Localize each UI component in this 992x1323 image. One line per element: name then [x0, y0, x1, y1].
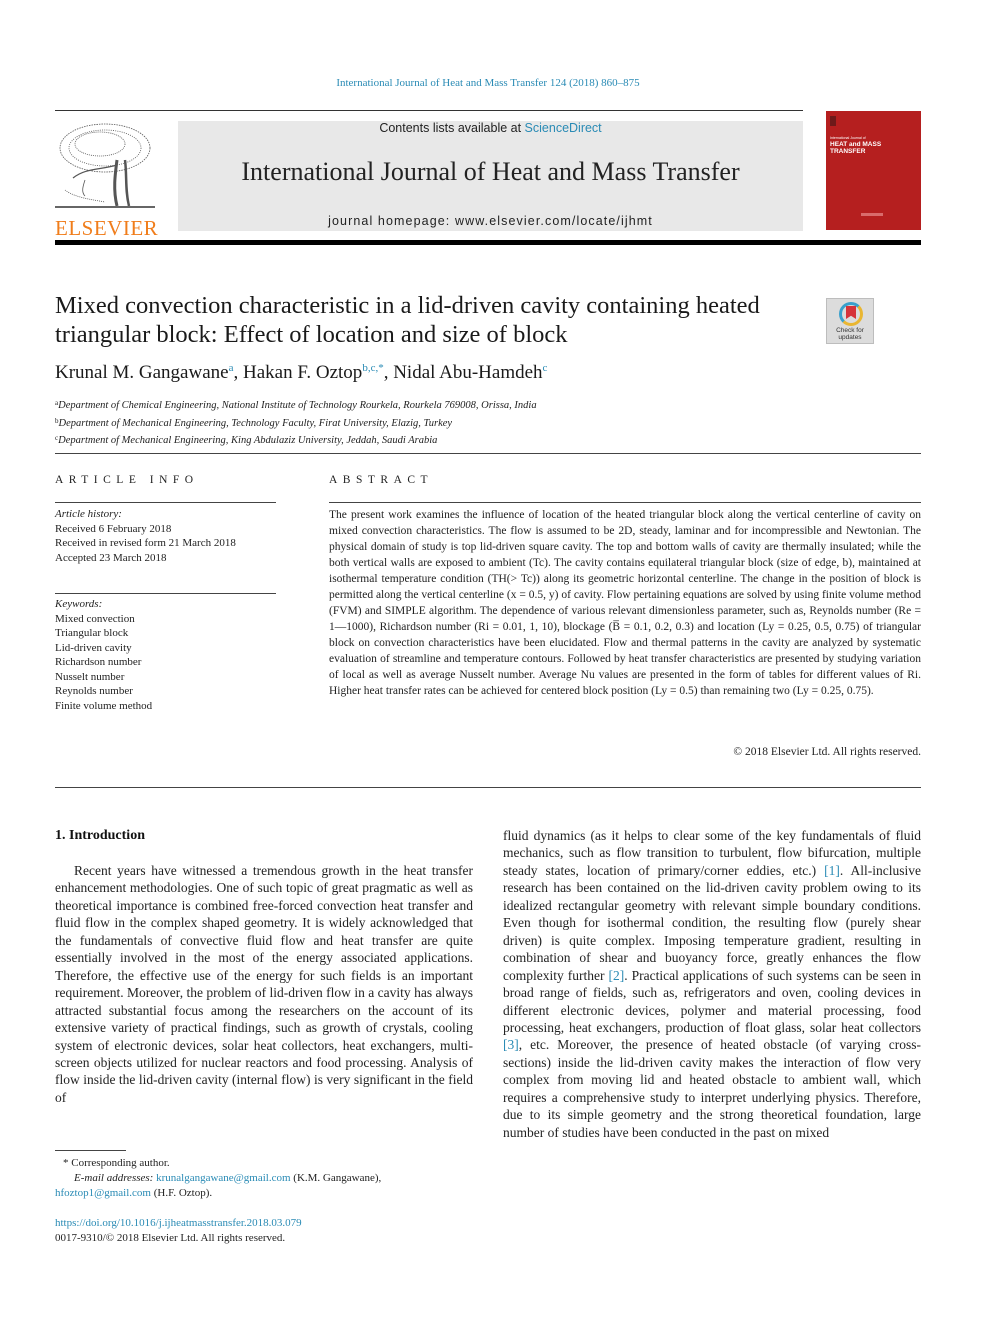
footnotes: * Corresponding author. E-mail addresses… — [55, 1156, 473, 1201]
keyword-item: Triangular block — [55, 627, 129, 639]
article-info-divider — [55, 502, 276, 503]
footnote-divider — [55, 1150, 126, 1151]
keywords: Keywords: Mixed convection Triangular bl… — [55, 597, 285, 713]
elsevier-logo[interactable]: ELSEVIER — [55, 120, 158, 239]
keyword-item: Lid-driven cavity — [55, 641, 132, 654]
check-for-updates-button[interactable]: Check for updates — [826, 298, 874, 344]
journal-cover-thumbnail[interactable]: International Journal of HEAT and MASS T… — [826, 111, 921, 230]
journal-homepage-link[interactable]: journal homepage: www.elsevier.com/locat… — [178, 214, 803, 228]
journal-citation-link[interactable]: International Journal of Heat and Mass T… — [0, 77, 976, 89]
keyword-item: Mixed convection — [55, 612, 135, 625]
front-matter-divider — [55, 787, 921, 788]
header-divider-bottom — [55, 240, 921, 245]
header-divider-top — [55, 110, 803, 111]
intro-left-column: Recent years have witnessed a tremendous… — [55, 863, 473, 1105]
reference-link[interactable]: [1] — [824, 863, 840, 878]
keyword-item: Richardson number — [55, 656, 142, 668]
journal-banner: Contents lists available at ScienceDirec… — [178, 121, 803, 231]
email-label: E-mail addresses: — [74, 1172, 154, 1184]
author-affil-marker[interactable]: c — [543, 362, 548, 374]
cover-title-line2: TRANSFER — [830, 147, 866, 155]
reference-link[interactable]: [3] — [503, 1037, 519, 1052]
cover-title: HEAT and MASS TRANSFER — [830, 141, 881, 155]
author-list: Krunal M. Gangawanea, Hakan F. Oztopb,c,… — [55, 362, 548, 383]
author-affil-marker[interactable]: b,c,* — [362, 362, 383, 374]
article-title: Mixed convection characteristic in a lid… — [55, 292, 760, 348]
email-link[interactable]: hfoztop1@gmail.com — [55, 1187, 151, 1199]
author-name[interactable]: Nidal Abu-Hamdeh — [393, 362, 542, 383]
issn-copyright: 0017-9310/© 2018 Elsevier Ltd. All right… — [55, 1232, 286, 1244]
corresponding-author-note: * Corresponding author. — [63, 1157, 170, 1169]
keywords-divider — [55, 593, 276, 594]
author-name[interactable]: Hakan F. Oztop — [243, 362, 362, 383]
article-history-label: Article history: — [55, 508, 122, 520]
abstract-copyright: © 2018 Elsevier Ltd. All rights reserved… — [733, 746, 921, 758]
affiliations-divider — [55, 453, 921, 454]
history-item: Received 6 February 2018 — [55, 522, 172, 535]
reference-link[interactable]: [2] — [609, 968, 625, 983]
article-history: Article history: Received 6 February 201… — [55, 507, 285, 565]
abstract-text: The present work examines the influence … — [329, 509, 921, 697]
history-item: Received in revised form 21 March 2018 — [55, 537, 236, 549]
affiliation-item: bDepartment of Mechanical Engineering, T… — [55, 416, 453, 429]
article-info-heading: ARTICLE INFO — [55, 474, 199, 486]
author-affil-marker[interactable]: a — [229, 362, 234, 374]
affiliation-list: aDepartment of Chemical Engineering, Nat… — [55, 396, 537, 449]
doi-block: https://doi.org/10.1016/j.ijheatmasstran… — [55, 1216, 302, 1246]
intro-right-column: fluid dynamics (as it helps to clear som… — [503, 828, 921, 1140]
journal-citation[interactable]: International Journal of Heat and Mass T… — [336, 77, 639, 89]
keyword-item: Reynolds number — [55, 685, 133, 697]
keywords-label: Keywords: — [55, 598, 103, 610]
abstract-divider — [329, 502, 921, 503]
author-name[interactable]: Krunal M. Gangawane — [55, 362, 229, 383]
sciencedirect-link[interactable]: ScienceDirect — [525, 121, 602, 135]
journal-title: International Journal of Heat and Mass T… — [241, 157, 740, 186]
keyword-item: Finite volume method — [55, 699, 153, 712]
elsevier-tree-icon — [55, 120, 155, 212]
affiliation-item: aDepartment of Chemical Engineering, Nat… — [55, 399, 537, 411]
cover-small-text: International Journal of — [830, 136, 866, 140]
cover-footer-mark — [861, 213, 883, 216]
check-updates-label: Check for updates — [836, 327, 864, 341]
affiliation-item: cDepartment of Mechanical Engineering, K… — [55, 434, 438, 446]
contents-availability: Contents lists available at ScienceDirec… — [178, 121, 803, 135]
doi-link[interactable]: https://doi.org/10.1016/j.ijheatmasstran… — [55, 1216, 302, 1231]
history-item: Accepted 23 March 2018 — [55, 551, 167, 564]
email-addresses: E-mail addresses: krunalgangawane@gmail.… — [55, 1172, 382, 1199]
section-heading-introduction: 1. Introduction — [55, 828, 145, 843]
keyword-item: Nusselt number — [55, 670, 125, 683]
email-link[interactable]: krunalgangawane@gmail.com — [156, 1172, 290, 1184]
cover-logo-icon — [830, 116, 836, 126]
elsevier-wordmark: ELSEVIER — [55, 216, 159, 240]
abstract-heading: ABSTRACT — [329, 474, 434, 486]
contents-prefix: Contents lists available at — [379, 121, 525, 135]
